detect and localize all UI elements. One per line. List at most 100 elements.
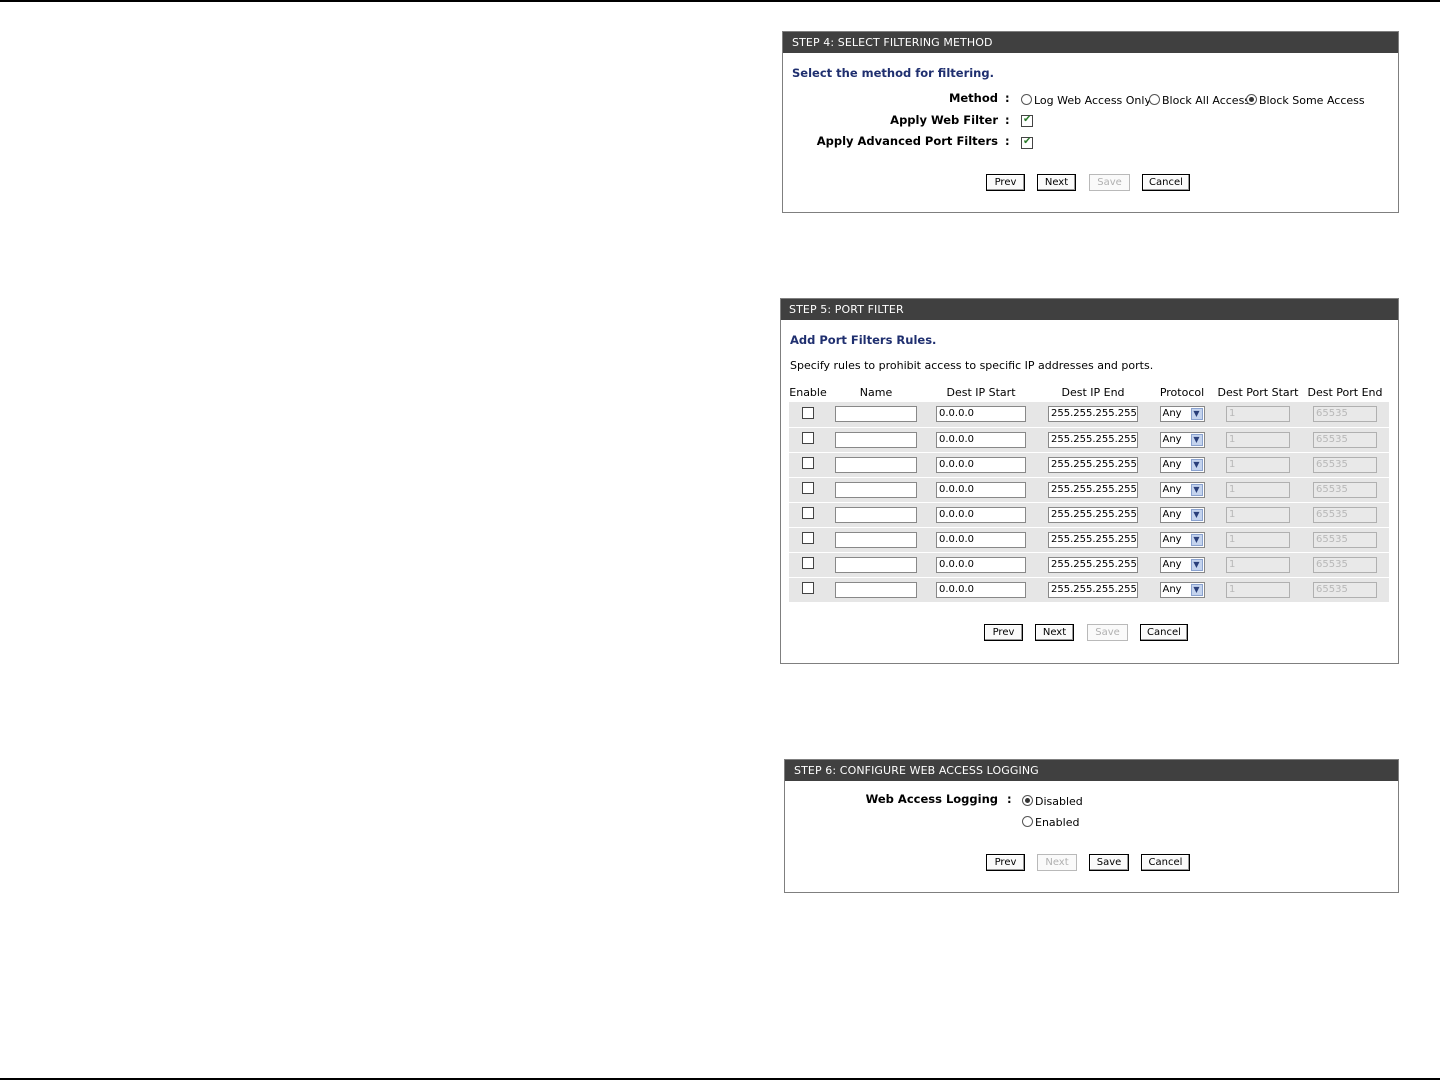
radio-logging-disabled[interactable] bbox=[1022, 795, 1033, 806]
cell-enable bbox=[789, 527, 827, 553]
step6-save-button[interactable]: Save bbox=[1089, 854, 1129, 871]
dest-port-start-input[interactable]: 1 bbox=[1226, 481, 1290, 498]
enable-checkbox[interactable] bbox=[802, 432, 814, 444]
web-filter-colon: : bbox=[1005, 113, 1010, 127]
name-input[interactable] bbox=[835, 581, 917, 598]
dest-ip-end-input[interactable]: 255.255.255.255 bbox=[1048, 506, 1138, 523]
cell-name bbox=[827, 527, 925, 553]
dest-ip-end-input[interactable]: 255.255.255.255 bbox=[1048, 456, 1138, 473]
logging-option-label: Enabled bbox=[1035, 816, 1080, 829]
dest-ip-start-input[interactable]: 0.0.0.0 bbox=[936, 431, 1026, 448]
radio-block-some[interactable] bbox=[1246, 94, 1257, 105]
table-row: 0.0.0.0 255.255.255.255 Any ▼ 1 65535 bbox=[789, 577, 1389, 603]
dest-port-end-input[interactable]: 65535 bbox=[1313, 556, 1377, 573]
logging-option-enabled[interactable]: Enabled bbox=[1022, 816, 1079, 829]
step6-next-button[interactable]: Next bbox=[1037, 854, 1077, 871]
dest-ip-end-input[interactable]: 255.255.255.255 bbox=[1048, 581, 1138, 598]
name-input[interactable] bbox=[835, 531, 917, 548]
dest-ip-end-input[interactable]: 255.255.255.255 bbox=[1048, 531, 1138, 548]
step4-next-button[interactable]: Next bbox=[1037, 174, 1076, 191]
name-input[interactable] bbox=[835, 406, 917, 423]
step6-prev-button[interactable]: Prev bbox=[986, 854, 1025, 871]
step4-save-button[interactable]: Save bbox=[1089, 174, 1130, 191]
dest-ip-end-input[interactable]: 255.255.255.255 bbox=[1048, 431, 1138, 448]
cell-enable bbox=[789, 577, 827, 603]
enable-checkbox[interactable] bbox=[802, 532, 814, 544]
dest-ip-start-input[interactable]: 0.0.0.0 bbox=[936, 506, 1026, 523]
step4-panel: STEP 4: SELECT FILTERING METHOD Select t… bbox=[782, 31, 1399, 213]
name-input[interactable] bbox=[835, 481, 917, 498]
dest-ip-end-input[interactable]: 255.255.255.255 bbox=[1048, 556, 1138, 573]
dest-port-start-input[interactable]: 1 bbox=[1226, 581, 1290, 598]
dest-port-end-input[interactable]: 65535 bbox=[1313, 581, 1377, 598]
step5-save-button[interactable]: Save bbox=[1087, 624, 1128, 641]
name-input[interactable] bbox=[835, 506, 917, 523]
dest-port-end-input[interactable]: 65535 bbox=[1313, 431, 1377, 448]
protocol-value: Any bbox=[1162, 533, 1182, 545]
cell-enable bbox=[789, 452, 827, 478]
dest-port-start-input[interactable]: 1 bbox=[1226, 506, 1290, 523]
step5-cancel-button[interactable]: Cancel bbox=[1140, 624, 1188, 641]
dest-port-start-input[interactable]: 1 bbox=[1226, 556, 1290, 573]
dest-port-start-input[interactable]: 1 bbox=[1226, 531, 1290, 548]
step4-prev-button[interactable]: Prev bbox=[986, 174, 1025, 191]
enable-checkbox[interactable] bbox=[802, 557, 814, 569]
port-filters-label: Apply Advanced Port Filters bbox=[816, 134, 998, 148]
radio-log-only[interactable] bbox=[1021, 94, 1032, 105]
step6-cancel-button[interactable]: Cancel bbox=[1141, 854, 1190, 871]
cell-ip-end: 255.255.255.255 bbox=[1037, 552, 1149, 578]
cell-port-end: 65535 bbox=[1301, 527, 1389, 553]
dest-port-end-input[interactable]: 65535 bbox=[1313, 506, 1377, 523]
dest-ip-start-input[interactable]: 0.0.0.0 bbox=[936, 406, 1026, 423]
cell-port-end: 65535 bbox=[1301, 452, 1389, 478]
protocol-value: Any bbox=[1162, 458, 1182, 470]
enable-checkbox[interactable] bbox=[802, 507, 814, 519]
dest-ip-start-input[interactable]: 0.0.0.0 bbox=[936, 456, 1026, 473]
port-filters-checkbox[interactable] bbox=[1021, 136, 1033, 149]
dest-port-start-input[interactable]: 1 bbox=[1226, 406, 1290, 423]
dest-port-end-input[interactable]: 65535 bbox=[1313, 531, 1377, 548]
radio-logging-enabled[interactable] bbox=[1022, 816, 1033, 827]
protocol-select[interactable]: Any ▼ bbox=[1159, 431, 1205, 448]
protocol-select[interactable]: Any ▼ bbox=[1159, 581, 1205, 598]
chevron-down-icon: ▼ bbox=[1190, 458, 1203, 471]
enable-checkbox[interactable] bbox=[802, 482, 814, 494]
dest-port-start-input[interactable]: 1 bbox=[1226, 431, 1290, 448]
protocol-value: Any bbox=[1162, 433, 1182, 445]
enable-checkbox[interactable] bbox=[802, 582, 814, 594]
protocol-select[interactable]: Any ▼ bbox=[1159, 456, 1205, 473]
cell-protocol: Any ▼ bbox=[1149, 452, 1215, 478]
name-input[interactable] bbox=[835, 431, 917, 448]
dest-ip-start-input[interactable]: 0.0.0.0 bbox=[936, 581, 1026, 598]
web-filter-checkbox[interactable] bbox=[1021, 114, 1033, 127]
dest-ip-start-input[interactable]: 0.0.0.0 bbox=[936, 531, 1026, 548]
protocol-select[interactable]: Any ▼ bbox=[1159, 531, 1205, 548]
protocol-select[interactable]: Any ▼ bbox=[1159, 506, 1205, 523]
dest-ip-end-input[interactable]: 255.255.255.255 bbox=[1048, 481, 1138, 498]
name-input[interactable] bbox=[835, 456, 917, 473]
protocol-select[interactable]: Any ▼ bbox=[1159, 556, 1205, 573]
dest-port-end-input[interactable]: 65535 bbox=[1313, 481, 1377, 498]
radio-block-all[interactable] bbox=[1149, 94, 1160, 105]
dest-port-end-input[interactable]: 65535 bbox=[1313, 406, 1377, 423]
step4-cancel-button[interactable]: Cancel bbox=[1142, 174, 1190, 191]
cell-port-start: 1 bbox=[1215, 477, 1301, 503]
top-rule bbox=[0, 0, 1440, 2]
step5-panel: STEP 5: PORT FILTER Add Port Filters Rul… bbox=[780, 298, 1399, 664]
dest-ip-end-input[interactable]: 255.255.255.255 bbox=[1048, 406, 1138, 423]
dest-port-start-input[interactable]: 1 bbox=[1226, 456, 1290, 473]
protocol-select[interactable]: Any ▼ bbox=[1159, 481, 1205, 498]
enable-checkbox[interactable] bbox=[802, 457, 814, 469]
step5-next-button[interactable]: Next bbox=[1035, 624, 1074, 641]
name-input[interactable] bbox=[835, 556, 917, 573]
method-option-block-all[interactable]: Block All Access bbox=[1149, 94, 1250, 107]
logging-option-disabled[interactable]: Disabled bbox=[1022, 795, 1083, 808]
method-option-log-only[interactable]: Log Web Access Only bbox=[1021, 94, 1151, 107]
method-option-block-some[interactable]: Block Some Access bbox=[1246, 94, 1365, 107]
enable-checkbox[interactable] bbox=[802, 406, 814, 419]
protocol-select[interactable]: Any ▼ bbox=[1159, 406, 1205, 423]
dest-ip-start-input[interactable]: 0.0.0.0 bbox=[936, 481, 1026, 498]
dest-port-end-input[interactable]: 65535 bbox=[1313, 456, 1377, 473]
dest-ip-start-input[interactable]: 0.0.0.0 bbox=[936, 556, 1026, 573]
step5-prev-button[interactable]: Prev bbox=[984, 624, 1023, 641]
